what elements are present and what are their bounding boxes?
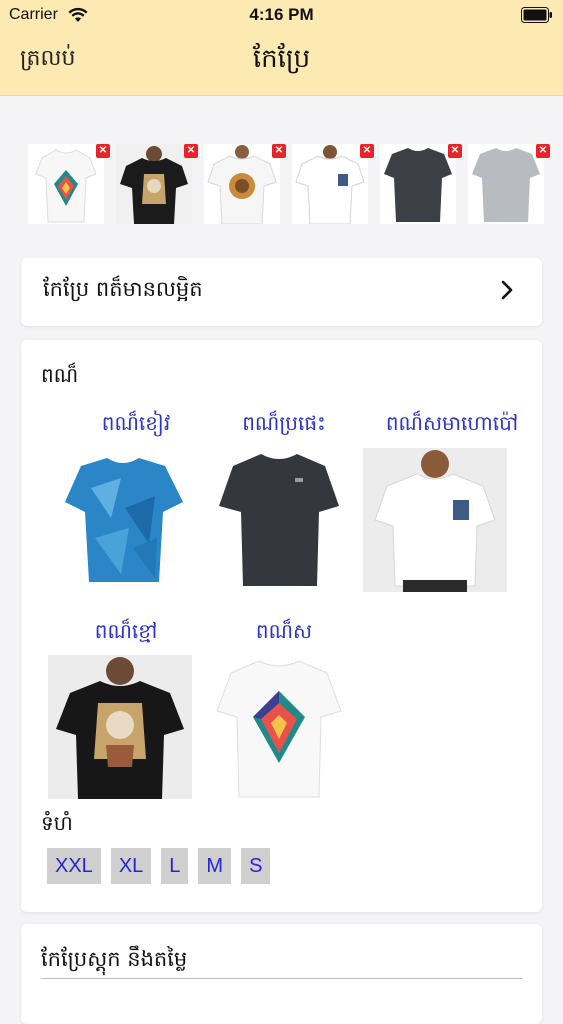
tshirt-image: [468, 144, 544, 224]
size-chip-xxl[interactable]: XXL: [47, 848, 101, 884]
tshirt-image: [292, 144, 368, 225]
tshirt-image: [48, 655, 192, 799]
status-bar: Carrier 4:16 PM: [0, 0, 563, 30]
thumbnail-white-geometric-tee[interactable]: ✕: [28, 144, 110, 224]
battery-icon: [521, 7, 552, 23]
color-swatch-gray[interactable]: [207, 448, 351, 592]
tshirt-image: [363, 448, 507, 592]
colors-heading: ពណ៏: [41, 363, 79, 387]
edit-details-label: កែប្រែ ពត៏មានលម្អិត: [43, 277, 203, 301]
thumbnail-black-graphic-tee[interactable]: ✕: [116, 144, 198, 224]
delete-icon[interactable]: ✕: [360, 144, 374, 158]
thumbnail-white-lion-tee[interactable]: ✕: [204, 144, 286, 225]
size-options: XXL XL L M S: [47, 848, 280, 884]
sizes-heading: ទំហំ: [41, 811, 73, 835]
stock-price-label: កែប្រែស្តុក នឹងតម្លៃ: [41, 947, 188, 971]
photo-thumbnails-strip[interactable]: ✕ ✕ ✕ ✕ ✕ ✕: [0, 140, 563, 230]
edit-details-row[interactable]: កែប្រែ ពត៏មានលម្អិត: [21, 258, 542, 326]
status-time: 4:16 PM: [249, 5, 314, 24]
size-chip-s[interactable]: S: [241, 848, 271, 884]
color-swatch-pocket[interactable]: [363, 448, 507, 592]
tshirt-image: [207, 655, 351, 799]
delete-icon[interactable]: ✕: [272, 144, 286, 158]
color-label-black[interactable]: ពណ៏ខ្មៅ: [51, 618, 201, 648]
top-bar: Carrier 4:16 PM ត្រលប់ កែប្រែ: [0, 0, 563, 96]
tshirt-image: [51, 448, 195, 592]
color-swatch-black[interactable]: [48, 655, 192, 799]
delete-icon[interactable]: ✕: [96, 144, 110, 158]
tshirt-image: [28, 144, 104, 224]
delete-icon[interactable]: ✕: [536, 144, 550, 158]
color-swatch-white[interactable]: [207, 655, 351, 799]
size-chip-l[interactable]: L: [161, 848, 189, 884]
delete-icon[interactable]: ✕: [448, 144, 462, 158]
color-label-white[interactable]: ពណ៏ស: [209, 618, 359, 648]
size-chip-xl[interactable]: XL: [110, 848, 152, 884]
thumbnail-light-gray-tee[interactable]: ✕: [468, 144, 550, 224]
delete-icon[interactable]: ✕: [184, 144, 198, 158]
tshirt-image: [380, 144, 456, 224]
color-label-gray[interactable]: ពណ៏ប្រផេះ: [209, 410, 359, 440]
color-swatch-blue[interactable]: [51, 448, 195, 592]
input-underline: [41, 978, 522, 979]
thumbnail-white-pocket-tee[interactable]: ✕: [292, 144, 374, 225]
page-title: កែប្រែ: [252, 44, 311, 74]
tshirt-image: [116, 144, 192, 224]
color-label-blue[interactable]: ពណ៏ខៀវ: [61, 410, 211, 440]
color-label-pocket[interactable]: ពណ៏សមាហោប៉ៅ: [367, 410, 537, 440]
colors-section: ពណ៏ ពណ៏ខៀវ ពណ៏ប្រផេះ ពណ៏សមាហោប៉ៅ ពណ៏ខ្មៅ…: [21, 340, 542, 912]
tshirt-image: [207, 448, 351, 592]
size-chip-m[interactable]: M: [198, 848, 232, 884]
chevron-right-icon: [501, 280, 513, 300]
tshirt-image: [204, 144, 280, 225]
thumbnail-dark-gray-tee[interactable]: ✕: [380, 144, 462, 224]
stock-price-section[interactable]: កែប្រែស្តុក នឹងតម្លៃ: [21, 924, 542, 1024]
